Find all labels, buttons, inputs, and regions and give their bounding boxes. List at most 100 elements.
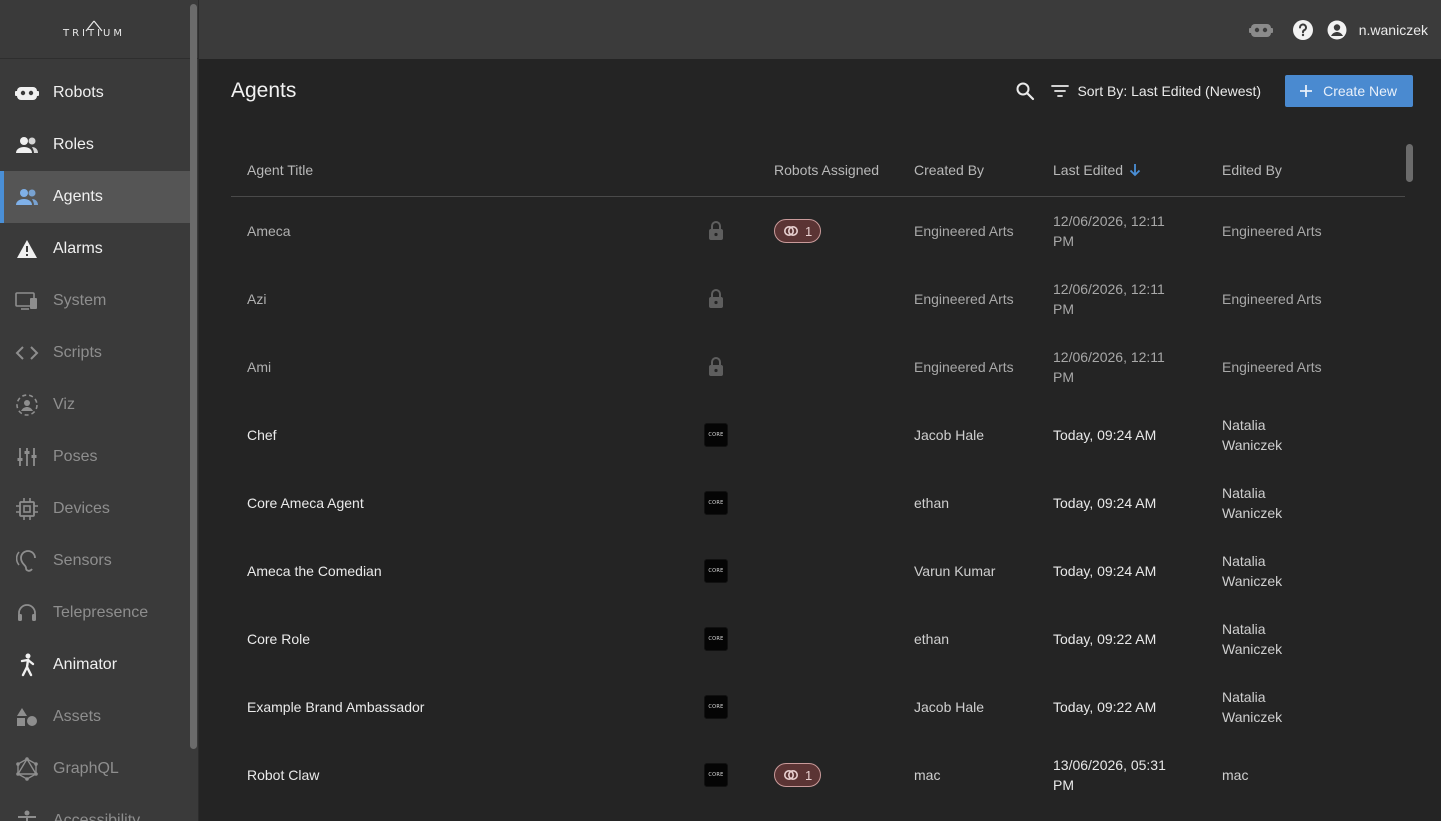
sidebar-item-scripts[interactable]: Scripts <box>0 327 190 379</box>
toolbar: Sort By: Last Edited (Newest) Create New <box>1013 75 1413 107</box>
sidebar-item-label: Viz <box>53 396 75 413</box>
table-row[interactable]: Ameca 1 Engineered Arts 12/06/2026, 12:11 PM… <box>231 197 1405 265</box>
sidebar-item-agents[interactable]: Agents <box>0 171 190 223</box>
agent-title[interactable]: Ami <box>231 359 658 375</box>
edited-by-line-1: Engineered Arts <box>1222 359 1322 375</box>
agent-title[interactable]: Core Role <box>231 631 658 647</box>
header-created-by[interactable]: Created By <box>914 162 1053 178</box>
table-row[interactable]: Ameca the Comedian CORE Varun Kumar Today, … <box>231 537 1405 605</box>
lock-icon <box>708 288 724 311</box>
sidebar-item-label: Alarms <box>53 240 103 257</box>
table-row[interactable]: Azi Engineered Arts 12/06/2026, 12:11 PM Eng… <box>231 265 1405 333</box>
edited-by: Engineered Arts <box>1222 221 1405 241</box>
edited-by-line-2: Waniczek <box>1222 709 1283 725</box>
sidebar-scrollbar[interactable] <box>190 4 197 749</box>
core-badge-icon: CORE <box>704 559 728 583</box>
sidebar-item-roles[interactable]: Roles <box>0 119 190 171</box>
sidebar-item-label: Telepresence <box>53 604 149 621</box>
sidebar-item-label: Accessibility <box>53 812 141 821</box>
core-badge-text: CORE <box>708 704 724 710</box>
chip-icon <box>15 497 39 521</box>
header-robots-assigned[interactable]: Robots Assigned <box>774 162 914 178</box>
table-row[interactable]: Robot Claw CORE 1 mac 13/06/2026, 05:31 PM mac <box>231 741 1405 809</box>
robots-assigned-cell: 1 <box>774 219 914 243</box>
core-badge-icon: CORE <box>704 695 728 719</box>
sidebar-item-sensors[interactable]: Sensors <box>0 535 190 587</box>
username[interactable]: n.waniczek <box>1359 22 1428 38</box>
sidebar-item-graphql[interactable]: GraphQL <box>0 743 190 795</box>
table-body: Ameca 1 Engineered Arts 12/06/2026, 12:11 PM… <box>231 197 1405 809</box>
agent-badge <box>658 288 774 311</box>
last-edited: Today, 09:22 AM <box>1053 697 1222 717</box>
header-edited-by[interactable]: Edited By <box>1222 162 1405 178</box>
agent-title[interactable]: Ameca the Comedian <box>231 563 658 579</box>
table-row[interactable]: Example Brand Ambassador CORE Jacob Hale To… <box>231 673 1405 741</box>
sidebar-item-viz[interactable]: Viz <box>0 379 190 431</box>
create-new-button[interactable]: Create New <box>1285 75 1413 107</box>
sidebar-item-telepresence[interactable]: Telepresence <box>0 587 190 639</box>
sidebar-item-label: Assets <box>53 708 102 725</box>
header-agent-title[interactable]: Agent Title <box>231 162 658 178</box>
created-by: ethan <box>914 631 950 647</box>
sidebar: TRITIUM Robots Roles Agents Alarms System Scr… <box>0 0 199 821</box>
core-badge-text: CORE <box>708 568 724 574</box>
logo-area: TRITIUM <box>0 0 198 59</box>
core-badge-text: CORE <box>708 772 724 778</box>
sidebar-item-label: Roles <box>53 136 94 153</box>
last-edited-line-2: PM <box>1053 369 1074 385</box>
agent-title[interactable]: Ameca <box>231 223 658 239</box>
created-by: Engineered Arts <box>914 223 1014 239</box>
sidebar-item-devices[interactable]: Devices <box>0 483 190 535</box>
robots-assigned-chip[interactable]: 1 <box>774 219 822 243</box>
sidebar-item-accessibility[interactable]: Accessibility <box>0 795 190 821</box>
sidebar-item-assets[interactable]: Assets <box>0 691 190 743</box>
table-row[interactable]: Core Role CORE ethan Today, 09:22 AM Natalia… <box>231 605 1405 673</box>
agent-badge: CORE <box>658 491 774 515</box>
lock-icon <box>708 356 724 379</box>
last-edited-line-2: PM <box>1053 777 1074 793</box>
sidebar-item-animator[interactable]: Animator <box>0 639 190 691</box>
last-edited: 12/06/2026, 12:11 PM <box>1053 347 1222 387</box>
header-last-edited[interactable]: Last Edited <box>1053 162 1222 178</box>
tritium-logo[interactable]: TRITIUM <box>63 20 125 39</box>
robots-count: 1 <box>805 223 813 239</box>
sort-label: Sort By: Last Edited (Newest) <box>1077 83 1262 99</box>
created-by: Varun Kumar <box>914 563 996 579</box>
last-edited: 12/06/2026, 12:11 PM <box>1053 211 1222 251</box>
created-by: mac <box>914 767 941 783</box>
help-icon[interactable] <box>1291 18 1315 42</box>
sort-button[interactable]: Sort By: Last Edited (Newest) <box>1051 83 1261 99</box>
last-edited-line-1: 13/06/2026, 05:31 <box>1053 757 1166 773</box>
sidebar-item-system[interactable]: System <box>0 275 190 327</box>
edited-by-line-1: Natalia <box>1222 553 1266 569</box>
robots-assigned-chip[interactable]: 1 <box>774 763 822 787</box>
agent-title[interactable]: Example Brand Ambassador <box>231 699 658 715</box>
create-new-label: Create New <box>1323 83 1397 99</box>
header-last-edited-label: Last Edited <box>1053 161 1124 178</box>
last-edited-line-1: Today, 09:24 AM <box>1053 427 1157 443</box>
agent-title[interactable]: Azi <box>231 291 658 307</box>
edited-by: Natalia Waniczek <box>1222 619 1405 659</box>
edited-by-line-2: Waniczek <box>1222 437 1283 453</box>
agent-title[interactable]: Robot Claw <box>231 767 658 783</box>
sidebar-item-label: Animator <box>53 656 118 673</box>
agent-title[interactable]: Chef <box>231 427 658 443</box>
face-scan-icon <box>15 393 39 417</box>
sidebar-item-poses[interactable]: Poses <box>0 431 190 483</box>
table-scrollbar[interactable] <box>1406 144 1413 182</box>
edited-by: Natalia Waniczek <box>1222 687 1405 727</box>
table-row[interactable]: Ami Engineered Arts 12/06/2026, 12:11 PM Eng… <box>231 333 1405 401</box>
created-by: Engineered Arts <box>914 291 1014 307</box>
table-row[interactable]: Core Ameca Agent CORE ethan Today, 09:24 AM… <box>231 469 1405 537</box>
sidebar-nav: Robots Roles Agents Alarms System Scripts Viz P… <box>0 67 190 821</box>
sidebar-item-alarms[interactable]: Alarms <box>0 223 190 275</box>
search-icon[interactable] <box>1013 79 1037 103</box>
robot-icon[interactable] <box>1248 18 1273 42</box>
created-by: ethan <box>914 495 950 511</box>
account-icon[interactable] <box>1325 18 1349 42</box>
table-row[interactable]: Chef CORE Jacob Hale Today, 09:24 AM Natalia… <box>231 401 1405 469</box>
last-edited: Today, 09:22 AM <box>1053 629 1222 649</box>
agent-title[interactable]: Core Ameca Agent <box>231 495 658 511</box>
sidebar-item-robots[interactable]: Robots <box>0 67 190 119</box>
core-badge-text: CORE <box>708 432 724 438</box>
